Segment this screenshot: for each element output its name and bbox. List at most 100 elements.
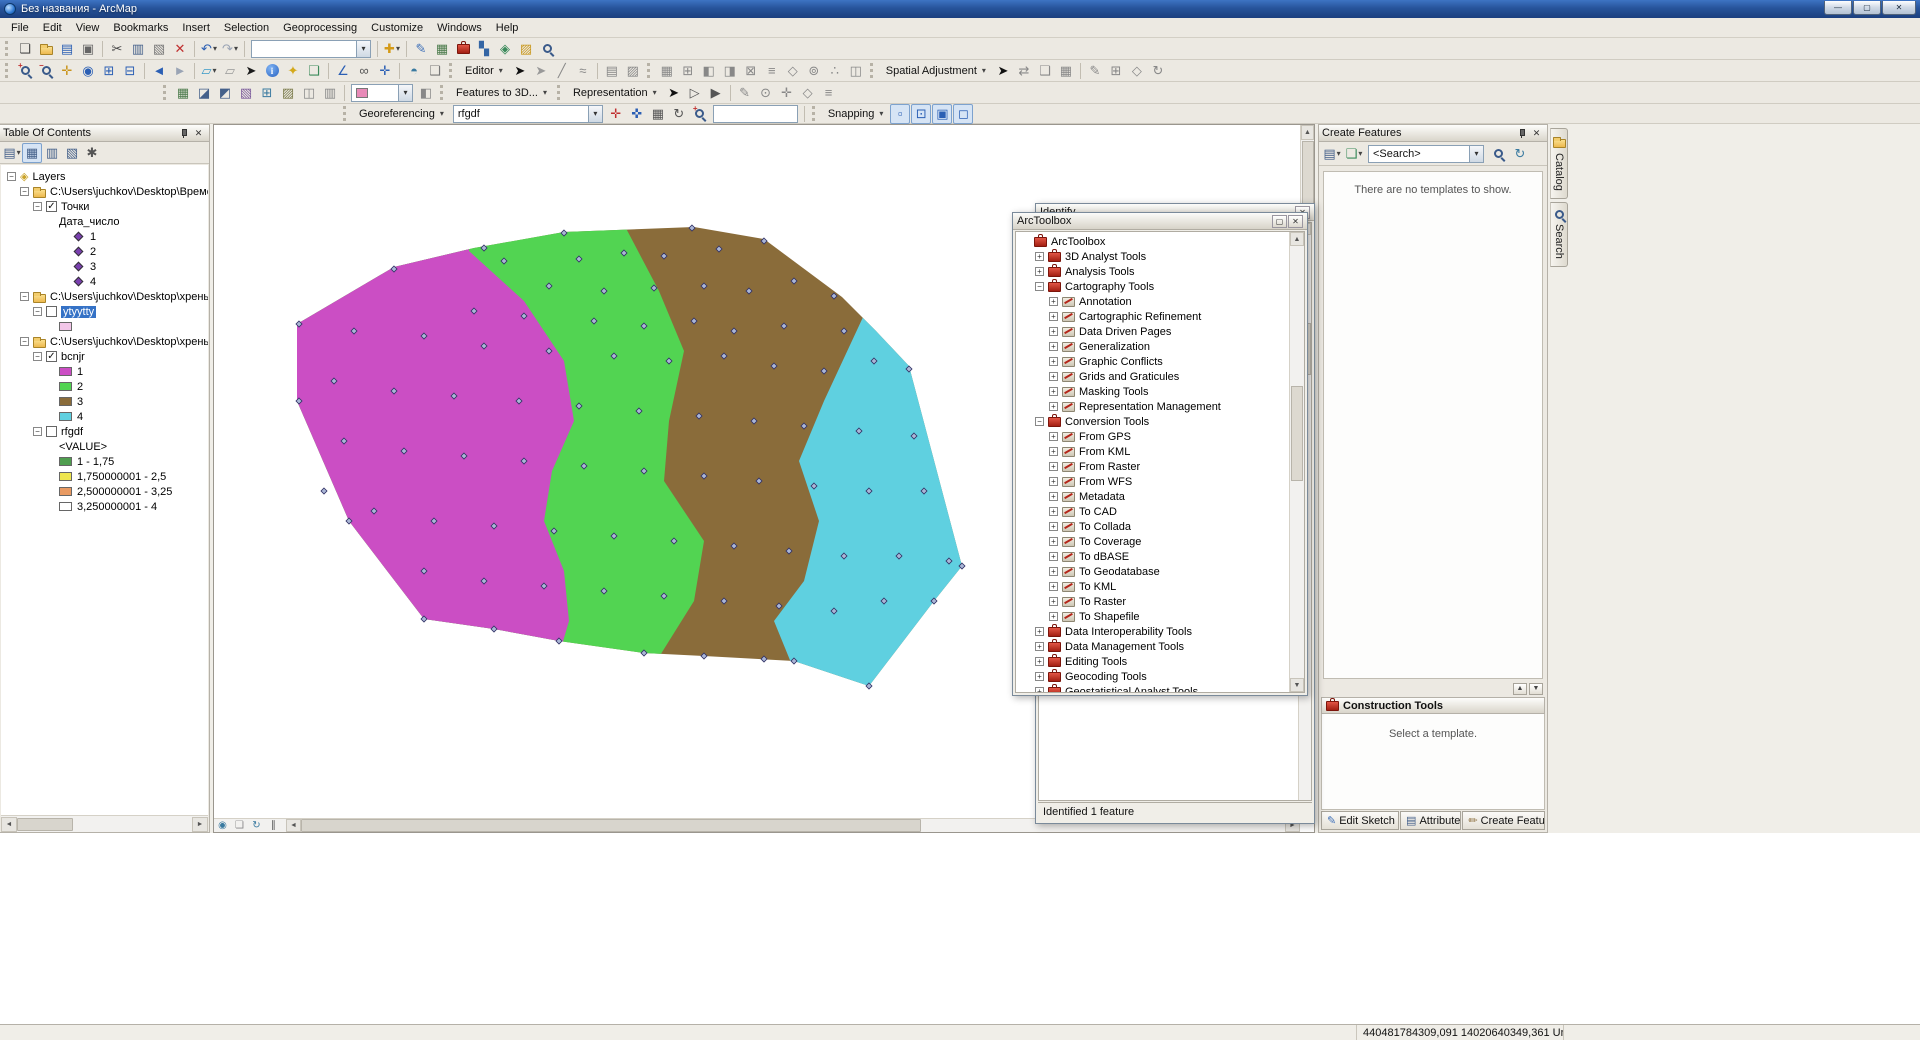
expand-box[interactable]: +: [1049, 522, 1058, 531]
toolbar-grip[interactable]: [163, 85, 168, 100]
arctoolbox-close-icon[interactable]: ✕: [1288, 215, 1303, 228]
arctoolbox-item[interactable]: +To Collada: [1016, 519, 1289, 534]
arctoolbox-item[interactable]: +To Coverage: [1016, 534, 1289, 549]
arctoolbox-item[interactable]: +Representation Management: [1016, 399, 1289, 414]
toc-pin-icon[interactable]: [176, 127, 191, 140]
collapse-box[interactable]: −: [20, 292, 29, 301]
expand-box[interactable]: +: [1035, 657, 1044, 666]
sa-attributes-icon[interactable]: ▦: [1056, 61, 1076, 81]
toc-item-label[interactable]: bcnjr: [61, 351, 85, 363]
menu-selection[interactable]: Selection: [217, 20, 276, 36]
topology-tool-10-icon[interactable]: ◫: [846, 61, 866, 81]
scroll-left-icon[interactable]: ◄: [1, 817, 17, 832]
expand-box[interactable]: +: [1049, 372, 1058, 381]
toc-item[interactable]: −ytyytty: [1, 304, 208, 319]
side-tab-catalog[interactable]: Catalog: [1550, 128, 1568, 199]
save-icon[interactable]: ▤: [57, 39, 77, 59]
collapse-box[interactable]: −: [33, 352, 42, 361]
representation-tool-5-icon[interactable]: ✛: [777, 83, 797, 103]
list-by-drawing-order-icon[interactable]: ▤▾: [2, 143, 22, 163]
expand-box[interactable]: +: [1049, 492, 1058, 501]
clear-selection-icon[interactable]: ▱: [220, 61, 240, 81]
toolbar-grip[interactable]: [5, 41, 10, 56]
edit-sketch-button[interactable]: ✎Edit Sketch ...: [1321, 811, 1399, 830]
georeferencing-menu[interactable]: Georeferencing▾: [353, 106, 450, 122]
graph-tool-4-icon[interactable]: ▧: [236, 83, 256, 103]
side-tab-search[interactable]: Search: [1550, 202, 1568, 267]
representation-tool-2-icon[interactable]: ▶: [706, 83, 726, 103]
create-features-close-icon[interactable]: ✕: [1529, 127, 1544, 140]
graph-tool-8-icon[interactable]: ▥: [320, 83, 340, 103]
toc-item[interactable]: −C:\Users\juchkov\Desktop\Времен: [1, 184, 208, 199]
arctoolbox-item[interactable]: +Analysis Tools: [1016, 264, 1289, 279]
chevron-down-icon[interactable]: ▾: [398, 85, 412, 101]
expand-box[interactable]: +: [1049, 447, 1058, 456]
expand-box[interactable]: +: [1049, 477, 1058, 486]
fixed-zoom-out-icon[interactable]: ⊟: [120, 61, 140, 81]
toolbar-grip[interactable]: [449, 63, 454, 78]
collapse-box[interactable]: −: [1035, 417, 1044, 426]
open-document-icon[interactable]: [36, 39, 56, 59]
rotate-raster-icon[interactable]: ↻: [669, 104, 689, 124]
toc-item-label[interactable]: 1,750000001 - 2,5: [77, 471, 166, 483]
modelbuilder-icon[interactable]: ◈: [495, 39, 515, 59]
layer-visibility-checkbox[interactable]: ✓: [46, 201, 57, 212]
toc-item[interactable]: 3: [1, 394, 208, 409]
graph-tool-1-icon[interactable]: ▦: [173, 83, 193, 103]
topology-tool-4-icon[interactable]: ◨: [720, 61, 740, 81]
sample-point[interactable]: [321, 488, 327, 494]
auto-adjust-icon[interactable]: ✜: [627, 104, 647, 124]
topology-tool-9-icon[interactable]: ∴: [825, 61, 845, 81]
toc-item-label[interactable]: Layers: [32, 171, 65, 183]
toc-item[interactable]: 4: [1, 409, 208, 424]
sa-grid-icon[interactable]: ⊞: [1106, 61, 1126, 81]
pause-drawing-button[interactable]: ∥: [265, 819, 282, 832]
collapse-box[interactable]: −: [33, 427, 42, 436]
legend-swatch[interactable]: [59, 367, 72, 376]
chevron-down-icon[interactable]: ▾: [1469, 146, 1483, 162]
toc-item[interactable]: 2: [1, 244, 208, 259]
scroll-right-icon[interactable]: ►: [192, 817, 208, 832]
expand-box[interactable]: +: [1049, 357, 1058, 366]
representation-menu[interactable]: Representation▾: [567, 85, 663, 101]
arctoolbox-item[interactable]: −Cartography Tools: [1016, 279, 1289, 294]
arctoolbox-item[interactable]: +Masking Tools: [1016, 384, 1289, 399]
scroll-up-icon[interactable]: ▲: [1290, 232, 1304, 246]
undo-icon[interactable]: ↶▾: [199, 39, 219, 59]
panel-splitter[interactable]: ▲ ▼: [1319, 681, 1547, 696]
refresh-templates-icon[interactable]: ↻: [1510, 144, 1530, 164]
expand-box[interactable]: +: [1049, 507, 1058, 516]
arctoolbox-item[interactable]: +Data Management Tools: [1016, 639, 1289, 654]
create-features-button[interactable]: ✏Create Featu...: [1462, 811, 1545, 830]
viewer-window-icon[interactable]: ❑: [425, 61, 445, 81]
toc-item-label[interactable]: 1: [90, 231, 96, 243]
menu-view[interactable]: View: [69, 20, 107, 36]
toc-item-label[interactable]: 1 - 1,75: [77, 456, 114, 468]
toolbar-grip[interactable]: [5, 63, 10, 78]
toolbar-grip[interactable]: [870, 63, 875, 78]
arctoolbox-item[interactable]: +From GPS: [1016, 429, 1289, 444]
toc-item-label[interactable]: 2: [77, 381, 83, 393]
zoom-in-icon[interactable]: +: [15, 61, 35, 81]
collapse-box[interactable]: −: [20, 187, 29, 196]
features-to-3d-menu[interactable]: Features to 3D...▾: [450, 85, 553, 101]
toc-item[interactable]: 1: [1, 364, 208, 379]
menu-windows[interactable]: Windows: [430, 20, 489, 36]
list-by-source-icon[interactable]: ▦: [22, 143, 42, 163]
scroll-thumb[interactable]: [1291, 386, 1303, 481]
toc-item-label[interactable]: rfgdf: [61, 426, 83, 438]
toc-options-icon[interactable]: ✱: [82, 143, 102, 163]
layer-visibility-checkbox[interactable]: ✓: [46, 351, 57, 362]
create-features-pin-icon[interactable]: [1514, 127, 1529, 140]
search-window-icon[interactable]: [537, 39, 557, 59]
arctoolbox-item[interactable]: +Graphic Conflicts: [1016, 354, 1289, 369]
graph-tool-7-icon[interactable]: ◫: [299, 83, 319, 103]
toc-item-label[interactable]: <VALUE>: [59, 441, 107, 453]
expand-box[interactable]: +: [1049, 342, 1058, 351]
toc-item-label[interactable]: Дата_число: [59, 216, 120, 228]
expand-box[interactable]: +: [1035, 642, 1044, 651]
legend-swatch[interactable]: [59, 472, 72, 481]
collapse-box[interactable]: −: [20, 337, 29, 346]
arctoolbox-scrollbar[interactable]: ▲ ▼: [1289, 232, 1304, 692]
arctoolbox-item[interactable]: +To dBASE: [1016, 549, 1289, 564]
